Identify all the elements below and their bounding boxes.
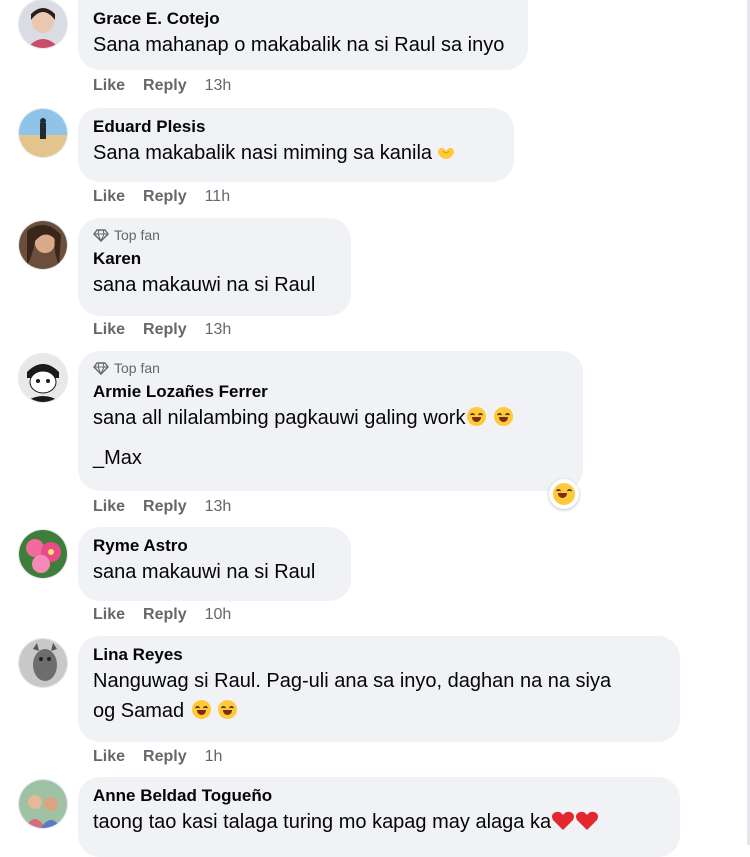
comment-actions: Like Reply 13h: [93, 321, 231, 339]
comment-actions: Like Reply 10h: [93, 606, 231, 624]
comment-text-2: _Max: [93, 447, 142, 469]
comment-actions: Like Reply 11h: [93, 188, 230, 206]
comment-bubble: Eduard Plesis Sana makabalik nasi miming…: [78, 108, 514, 182]
red-heart-emoji-icon: [552, 811, 575, 830]
reaction-summary[interactable]: [549, 479, 579, 509]
avatar[interactable]: [18, 638, 68, 688]
timestamp[interactable]: 13h: [205, 498, 232, 516]
avatar[interactable]: [18, 0, 68, 49]
timestamp[interactable]: 13h: [205, 321, 232, 339]
comment-bubble: Ryme Astro sana makauwi na si Raul: [78, 527, 351, 601]
comment-text-2: og Samad: [93, 700, 185, 722]
comment-bubble: Anne Beldad Togueño taong tao kasi talag…: [78, 777, 680, 857]
like-button[interactable]: Like: [93, 748, 125, 766]
author-name[interactable]: Anne Beldad Togueño: [93, 785, 665, 807]
comment-bubble: Top fan Armie Lozañes Ferrer sana all ni…: [78, 351, 583, 491]
diamond-icon: [93, 361, 109, 375]
author-name[interactable]: Lina Reyes: [93, 644, 665, 666]
comment-text-line: og Samad: [93, 696, 665, 726]
timestamp[interactable]: 1h: [205, 748, 223, 766]
comment-bubble: Lina Reyes Nanguwag si Raul. Pag-uli ana…: [78, 636, 680, 742]
author-name[interactable]: Ryme Astro: [93, 535, 336, 557]
like-button[interactable]: Like: [93, 498, 125, 516]
comment-text: Sana makabalik nasi miming sa kanila: [93, 142, 433, 164]
comment-bubble: Grace E. Cotejo Sana mahanap o makabalik…: [78, 0, 528, 70]
avatar[interactable]: [18, 779, 68, 829]
top-fan-badge: Top fan: [93, 359, 568, 377]
comment-text: sana all nilalambing pagkauwi galing wor…: [93, 407, 466, 429]
avatar[interactable]: [18, 353, 68, 403]
comment-text-line: Sana makabalik nasi miming sa kanila: [93, 138, 499, 168]
timestamp[interactable]: 13h: [205, 77, 232, 95]
red-heart-emoji-icon: [576, 811, 599, 830]
avatar[interactable]: [18, 108, 68, 158]
comment-text: sana makauwi na si Raul: [93, 561, 316, 583]
diamond-icon: [93, 228, 109, 242]
badge-label: Top fan: [114, 360, 160, 376]
comment-actions: Like Reply 13h: [93, 498, 231, 516]
haha-reaction-icon: [553, 483, 575, 505]
reply-button[interactable]: Reply: [143, 748, 187, 766]
reply-button[interactable]: Reply: [143, 606, 187, 624]
comment-text: Sana mahanap o makabalik na si Raul sa i…: [93, 34, 505, 56]
reply-button[interactable]: Reply: [143, 498, 187, 516]
comment-text-line: taong tao kasi talaga turing mo kapag ma…: [93, 807, 665, 837]
heart-hands-emoji-icon: [438, 147, 455, 159]
reply-button[interactable]: Reply: [143, 77, 187, 95]
like-button[interactable]: Like: [93, 321, 125, 339]
badge-label: Top fan: [114, 227, 160, 243]
author-name[interactable]: Armie Lozañes Ferrer: [93, 381, 568, 403]
avatar[interactable]: [18, 529, 68, 579]
author-name[interactable]: Karen: [93, 248, 336, 270]
comment-text: taong tao kasi talaga turing mo kapag ma…: [93, 811, 552, 833]
reply-button[interactable]: Reply: [143, 188, 187, 206]
like-button[interactable]: Like: [93, 606, 125, 624]
top-fan-badge: Top fan: [93, 226, 336, 244]
timestamp[interactable]: 10h: [205, 606, 232, 624]
comment-actions: Like Reply 13h: [93, 77, 231, 95]
laughing-emoji-icon: [467, 407, 487, 426]
author-name[interactable]: Eduard Plesis: [93, 116, 499, 138]
reply-button[interactable]: Reply: [143, 321, 187, 339]
comment-text: sana makauwi na si Raul: [93, 274, 316, 296]
timestamp[interactable]: 11h: [205, 188, 231, 206]
comment-bubble: Top fan Karen sana makauwi na si Raul: [78, 218, 351, 316]
comment-text-line: sana all nilalambing pagkauwi galing wor…: [93, 403, 568, 433]
comment-actions: Like Reply 1h: [93, 748, 222, 766]
laughing-emoji-icon: [494, 407, 514, 426]
author-name[interactable]: Grace E. Cotejo: [93, 8, 513, 30]
laughing-emoji-icon: [191, 700, 211, 719]
comment-text: Nanguwag si Raul. Pag-uli ana sa inyo, d…: [93, 670, 612, 692]
laughing-emoji-icon: [218, 700, 238, 719]
like-button[interactable]: Like: [93, 77, 125, 95]
like-button[interactable]: Like: [93, 188, 125, 206]
avatar[interactable]: [18, 220, 68, 270]
